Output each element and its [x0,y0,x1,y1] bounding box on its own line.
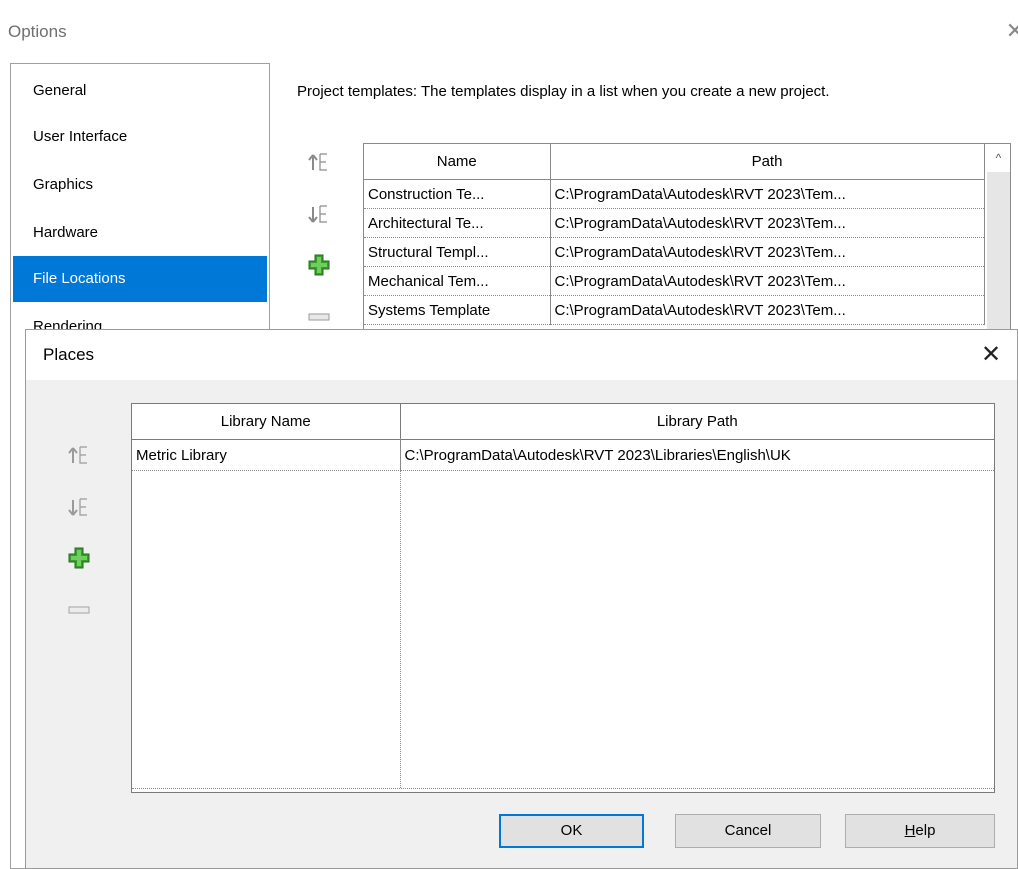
template-path: C:\ProgramData\Autodesk\RVT 2023\Tem... [550,208,985,238]
sidebar-item-user-interface[interactable]: User Interface [13,114,267,160]
table-row[interactable]: Systems Template C:\ProgramData\Autodesk\… [364,295,985,325]
table-header-row: Name Path [364,144,985,180]
move-up-icon[interactable] [67,443,91,467]
table-header-row: Library Name Library Path [132,404,994,440]
template-path: C:\ProgramData\Autodesk\RVT 2023\Tem... [550,179,985,209]
places-close-icon[interactable]: ✕ [978,340,1004,369]
template-path: C:\ProgramData\Autodesk\RVT 2023\Tem... [550,295,985,325]
remove-icon[interactable] [307,305,331,329]
library-path: C:\ProgramData\Autodesk\RVT 2023\Librari… [400,439,994,471]
move-down-icon[interactable] [67,495,91,519]
sidebar-item-graphics[interactable]: Graphics [13,162,267,208]
sidebar-item-general[interactable]: General [13,68,267,114]
scroll-up-icon[interactable]: ^ [987,144,1010,172]
cancel-button[interactable]: Cancel [675,814,821,848]
table-row[interactable]: Mechanical Tem... C:\ProgramData\Autodesk… [364,266,985,296]
add-icon[interactable] [67,546,91,570]
places-dialog: Places ✕ Library Name Library Path Metri… [25,329,1018,869]
sidebar-item-hardware[interactable]: Hardware [13,210,267,256]
options-close-icon[interactable]: ✕ [1005,18,1018,44]
templates-heading: Project templates: The templates display… [297,83,830,100]
table-bottom-rule [132,788,994,789]
table-row[interactable]: Structural Templ... C:\ProgramData\Autode… [364,237,985,267]
column-header-library-path[interactable]: Library Path [399,404,994,440]
library-name: Metric Library [132,439,401,471]
places-titlebar [26,330,1017,380]
remove-icon[interactable] [67,598,91,622]
options-window-title: Options [8,22,67,41]
ok-button[interactable]: OK [499,814,644,848]
template-name: Structural Templ... [364,237,551,267]
template-path: C:\ProgramData\Autodesk\RVT 2023\Tem... [550,237,985,267]
places-dialog-title: Places [43,345,95,364]
template-name: Systems Template [364,295,551,325]
template-path: C:\ProgramData\Autodesk\RVT 2023\Tem... [550,266,985,296]
column-header-path[interactable]: Path [549,144,985,180]
project-templates-table[interactable]: Name Path Construction Te... C:\ProgramDa… [363,143,1011,343]
move-up-icon[interactable] [307,150,331,174]
table-row[interactable]: Architectural Te... C:\ProgramData\Autode… [364,208,985,238]
template-name: Architectural Te... [364,208,551,238]
template-name: Construction Te... [364,179,551,209]
column-header-name[interactable]: Name [364,144,551,180]
sidebar-item-file-locations[interactable]: File Locations [13,256,267,302]
column-divider [400,438,401,788]
help-button-label: Help [904,822,936,839]
add-icon[interactable] [307,253,331,277]
templates-scrollbar[interactable] [987,144,1010,344]
template-name: Mechanical Tem... [364,266,551,296]
table-row[interactable]: Metric Library C:\ProgramData\Autodesk\R… [132,439,994,471]
move-down-icon[interactable] [307,202,331,226]
libraries-table[interactable]: Library Name Library Path Metric Library… [131,403,995,793]
help-button[interactable]: Help [845,814,995,848]
column-header-library-name[interactable]: Library Name [132,404,401,440]
table-row[interactable]: Construction Te... C:\ProgramData\Autodes… [364,179,985,209]
